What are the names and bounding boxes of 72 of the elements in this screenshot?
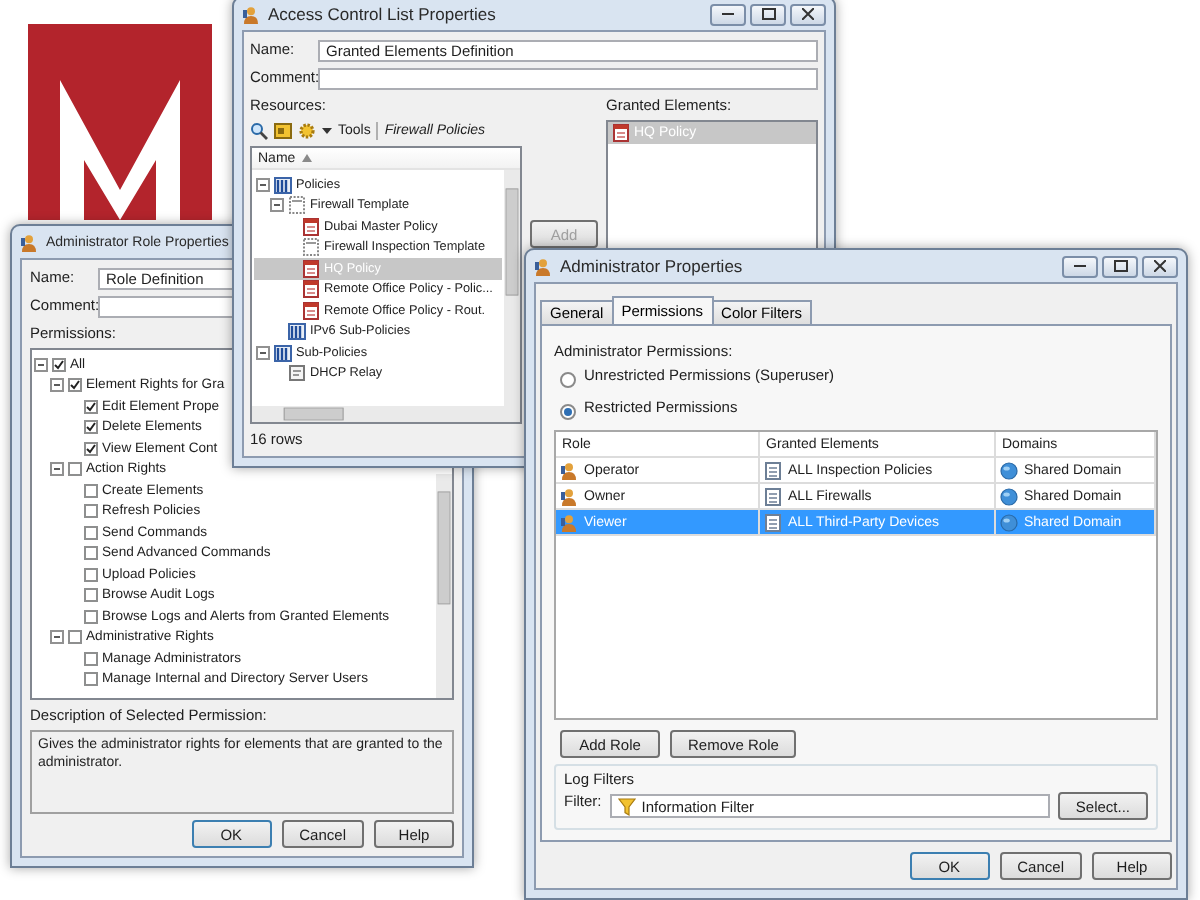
folder-icon	[274, 121, 292, 139]
policy-folder-icon	[274, 175, 292, 194]
document-icon	[764, 513, 782, 531]
tree-toggle-icon[interactable]	[34, 357, 48, 372]
horizontal-scrollbar[interactable]	[252, 406, 520, 422]
radio-button[interactable]	[560, 403, 576, 419]
close-button[interactable]	[790, 3, 826, 25]
policy-icon	[302, 217, 320, 236]
tree-toggle-icon[interactable]	[50, 378, 64, 393]
caret-icon	[322, 125, 332, 135]
funnel-icon	[617, 797, 636, 815]
role-icon	[560, 487, 578, 505]
checkbox[interactable]	[84, 651, 98, 666]
policy-icon	[302, 259, 320, 278]
checkbox[interactable]	[84, 504, 98, 519]
globe-icon	[1000, 461, 1018, 479]
checkbox[interactable]	[52, 357, 66, 372]
minimize-icon	[722, 12, 734, 16]
radio-button[interactable]	[560, 371, 576, 387]
policy-icon	[302, 280, 320, 299]
close-icon	[802, 8, 814, 20]
search-icon	[250, 121, 268, 139]
checkbox[interactable]	[68, 462, 82, 477]
minimize-button[interactable]	[710, 3, 746, 25]
window-title: Access Control List Properties	[268, 4, 496, 24]
checkbox[interactable]	[84, 588, 98, 603]
checkbox[interactable]	[84, 672, 98, 687]
sort-icon	[301, 154, 312, 162]
checkbox[interactable]	[68, 378, 82, 393]
policy-icon	[302, 301, 320, 320]
checkbox[interactable]	[84, 441, 98, 456]
checkbox[interactable]	[84, 609, 98, 624]
gear-icon	[298, 121, 316, 139]
template-icon	[302, 238, 320, 257]
tree-toggle-icon[interactable]	[270, 198, 284, 213]
comment-field[interactable]	[98, 296, 234, 318]
checkbox[interactable]	[84, 399, 98, 414]
maximize-icon	[761, 8, 775, 20]
minimize-icon	[1074, 264, 1086, 268]
role-icon	[560, 461, 578, 479]
globe-icon	[1000, 487, 1018, 505]
checkbox[interactable]	[68, 630, 82, 645]
checkbox[interactable]	[84, 567, 98, 582]
admin-icon	[20, 233, 38, 251]
checkbox[interactable]	[84, 420, 98, 435]
maximize-button[interactable]	[1102, 255, 1138, 277]
tree-toggle-icon[interactable]	[50, 630, 64, 645]
tree-toggle-icon[interactable]	[256, 177, 270, 192]
role-icon	[560, 513, 578, 531]
checkbox[interactable]	[84, 483, 98, 498]
admin-icon	[242, 5, 260, 23]
checkbox[interactable]	[84, 525, 98, 540]
relay-icon	[288, 364, 306, 383]
checkbox[interactable]	[84, 546, 98, 561]
vertical-scrollbar[interactable]	[436, 474, 452, 698]
tree-toggle-icon[interactable]	[50, 462, 64, 477]
tree-toggle-icon[interactable]	[256, 345, 270, 360]
vertical-scrollbar[interactable]	[504, 170, 520, 406]
comment-field[interactable]	[318, 68, 818, 90]
globe-icon	[1000, 513, 1018, 531]
minimize-button[interactable]	[1062, 255, 1098, 277]
maximize-icon	[1113, 260, 1127, 272]
close-icon	[1154, 260, 1166, 272]
document-icon	[764, 487, 782, 505]
admin-icon	[534, 257, 552, 275]
document-icon	[764, 461, 782, 479]
close-button[interactable]	[1142, 255, 1178, 277]
template-icon	[288, 196, 306, 215]
policy-folder-icon	[288, 322, 306, 341]
maximize-button[interactable]	[750, 3, 786, 25]
policy-folder-icon	[274, 343, 292, 362]
window-title: Administrator Properties	[560, 256, 743, 276]
